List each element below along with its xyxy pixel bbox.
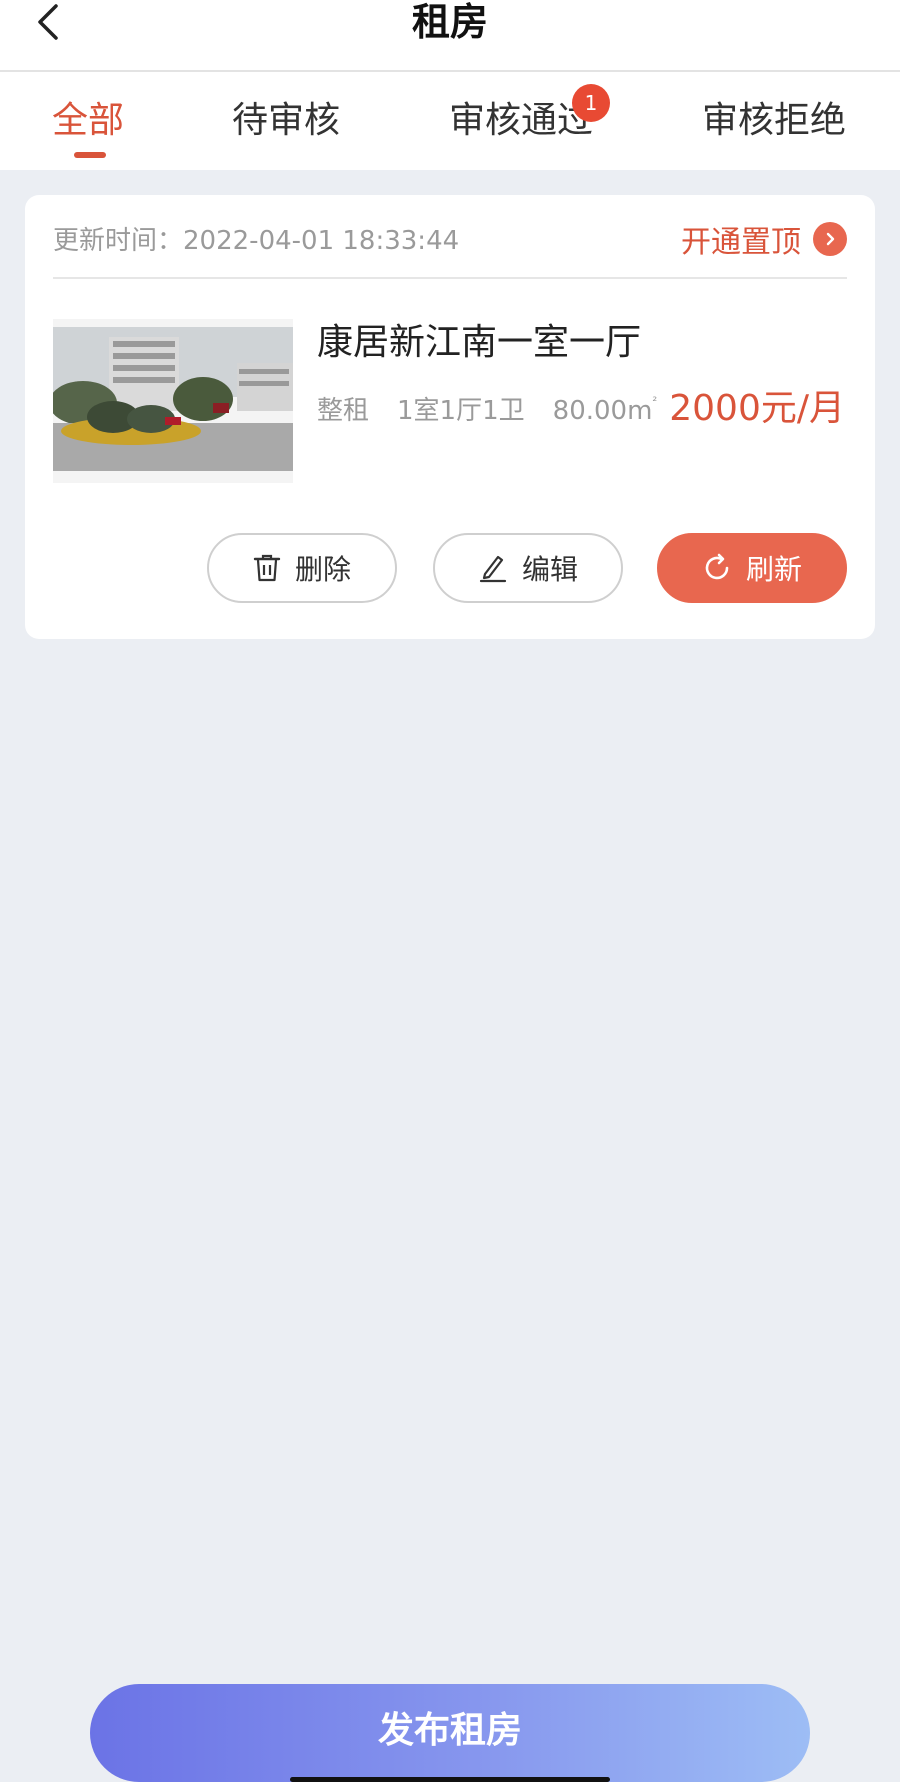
rent-type: 整租: [317, 396, 370, 426]
tab-pending-review[interactable]: 待审核: [232, 96, 340, 146]
navigation-bar: 租房: [0, 0, 900, 72]
tab-rejected[interactable]: 审核拒绝: [702, 96, 846, 146]
pencil-icon: [479, 555, 507, 583]
listing-photo[interactable]: [53, 319, 293, 483]
update-time-value: 2022-04-01 18:33:44: [183, 226, 460, 256]
card-divider: [53, 277, 847, 279]
listing-title[interactable]: 康居新江南一室一厅: [317, 319, 641, 367]
floor-area: 80.00m²: [553, 391, 658, 431]
tab-approved-badge: 1: [572, 84, 610, 122]
tab-all[interactable]: 全部: [52, 96, 124, 146]
status-tabs: 全部 待审核 审核通过 审核拒绝: [0, 72, 900, 170]
edit-button[interactable]: 编辑: [433, 533, 623, 603]
page-title: 租房: [411, 0, 488, 44]
publish-rental-button[interactable]: 发布租房: [90, 1684, 810, 1782]
refresh-icon: [705, 553, 729, 580]
listing-price: 2000元/月: [669, 388, 845, 429]
delete-button[interactable]: 删除: [207, 533, 397, 603]
chevron-right-circle-icon: [813, 222, 847, 256]
trash-icon: [253, 554, 281, 582]
listing-meta: 整租 1室1厅1卫 80.00m²: [317, 391, 657, 431]
room-layout: 1室1厅1卫: [397, 396, 525, 426]
delete-button-label: 删除: [294, 553, 351, 586]
home-indicator: [290, 1777, 610, 1782]
promote-to-top-link[interactable]: 开通置顶: [681, 217, 847, 261]
floor-area-unit: ²: [652, 394, 658, 408]
update-time-label: 更新时间：: [53, 226, 184, 256]
refresh-button[interactable]: 刷新: [657, 533, 847, 603]
active-tab-indicator: [74, 152, 106, 158]
edit-button-label: 编辑: [521, 553, 578, 586]
listing-card[interactable]: 更新时间：2022-04-01 18:33:44 开通置顶 康居新江南一室一厅 …: [25, 195, 875, 639]
promote-to-top-label: 开通置顶: [681, 225, 801, 260]
floor-area-value: 80.00m: [552, 396, 653, 426]
refresh-button-label: 刷新: [745, 553, 802, 586]
update-time: 更新时间：2022-04-01 18:33:44: [53, 223, 459, 259]
